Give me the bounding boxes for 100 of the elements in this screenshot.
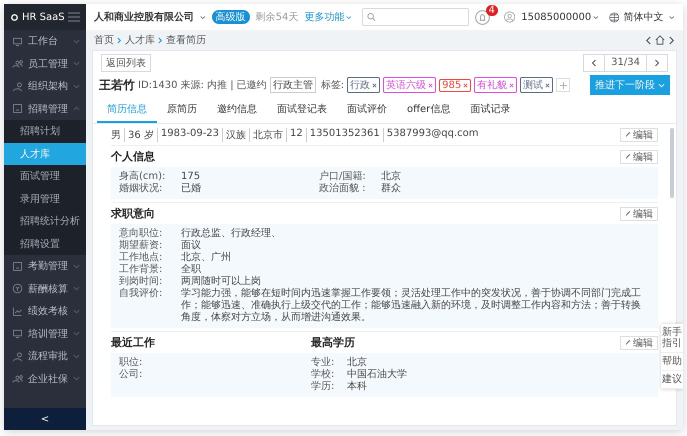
field-value: 中国石油大学 <box>347 369 407 380</box>
summary-item: 男 <box>111 128 122 142</box>
sidebar-item[interactable]: 薪酬核算 <box>4 278 86 300</box>
edition-badge: 高级版 <box>212 10 250 24</box>
chevron-right-icon[interactable] <box>668 36 675 44</box>
logo-text: HR SaaS <box>22 12 65 22</box>
tab[interactable]: 面试记录 <box>460 98 520 123</box>
tab[interactable]: offer信息 <box>397 98 460 123</box>
chevron-icon <box>73 286 80 292</box>
sidebar-item[interactable]: 企业社保 <box>4 368 86 390</box>
field-value: 已婚 <box>181 183 201 195</box>
tag-chip[interactable]: 行政 <box>347 77 380 93</box>
edit-button[interactable]: 编辑 <box>620 150 658 164</box>
chevron-right-icon <box>117 36 122 44</box>
field-value: 两周随时可以上岗 <box>181 276 261 288</box>
tag-chip[interactable]: 测试 <box>520 77 554 93</box>
sidebar-subitem[interactable]: 招聘统计分析 <box>4 210 86 232</box>
help-link[interactable]: 帮助 <box>661 353 683 371</box>
help-link[interactable]: 建议 <box>661 371 683 389</box>
close-icon[interactable] <box>545 82 550 88</box>
language-selector[interactable]: 简体中文 <box>623 10 664 24</box>
chevron-icon <box>73 106 80 112</box>
candidate-id: ID:1430 <box>138 80 178 90</box>
sidebar-item-icon <box>12 80 23 92</box>
close-icon[interactable] <box>428 82 434 88</box>
sidebar-item[interactable]: 培训管理 <box>4 322 86 345</box>
sidebar-subitem[interactable]: 招聘计划 <box>4 120 86 142</box>
sidebar-subitem[interactable]: 面试管理 <box>4 165 86 188</box>
summary-item: 13501352361 <box>306 128 383 142</box>
caret-icon <box>658 82 665 88</box>
close-icon[interactable] <box>509 82 514 88</box>
sidebar-item-icon <box>12 373 23 384</box>
field-label: 户口/国籍: <box>319 171 367 183</box>
sidebar-item[interactable]: 绩效考核 <box>4 300 86 322</box>
bell-icon[interactable] <box>474 10 490 24</box>
breadcrumb-link[interactable]: 人才库 <box>125 33 155 47</box>
field-value: 行政总监、行政经理、 <box>181 228 281 240</box>
field-label: 婚姻状况: <box>119 183 164 195</box>
chevron-icon <box>73 264 80 269</box>
pencil-icon <box>625 132 631 138</box>
menu-icon[interactable] <box>68 12 80 22</box>
summary-item: 汉族 <box>222 128 250 142</box>
company-name[interactable]: 人和商业控股有限公司 <box>94 10 194 24</box>
tab[interactable]: 邀约信息 <box>207 98 267 123</box>
edit-button[interactable]: 编辑 <box>620 336 658 350</box>
field-label: 意向职位: <box>119 228 164 240</box>
chevron-icon <box>73 354 80 359</box>
pencil-icon <box>625 340 631 346</box>
chevron-icon <box>73 61 80 66</box>
sidebar-item[interactable]: 招聘管理 <box>4 98 86 120</box>
scrollbar-thumb[interactable] <box>670 128 674 198</box>
collapse-button[interactable]: < <box>4 408 86 430</box>
search-icon <box>367 12 376 22</box>
sidebar-item[interactable]: 流程审批 <box>4 345 86 368</box>
breadcrumb-link[interactable]: 首页 <box>94 33 114 47</box>
section-title: 最高学历 <box>311 335 355 350</box>
caret-icon <box>200 14 206 20</box>
edit-button[interactable]: 编辑 <box>620 206 658 220</box>
chevron-left-icon[interactable] <box>645 36 652 44</box>
sidebar-item[interactable]: 工作台 <box>4 30 86 52</box>
edit-button[interactable]: 编辑 <box>620 128 658 142</box>
sidebar-subitem[interactable]: 招聘设置 <box>4 232 86 255</box>
field-label: 工作地点: <box>119 252 164 264</box>
user-phone[interactable]: 15085000000 <box>521 12 592 22</box>
candidate-source: 来源: 内推 | 已邀约 <box>180 78 267 92</box>
chevron-left-icon <box>591 59 598 67</box>
sidebar-item-icon <box>12 36 23 47</box>
breadcrumb-link[interactable]: 查看简历 <box>166 33 206 47</box>
chevron-icon <box>73 38 80 44</box>
sidebar-item[interactable]: 考勤管理 <box>4 255 86 278</box>
summary-item: 12 <box>286 128 306 142</box>
back-to-list-button[interactable]: 返回列表 <box>101 54 151 72</box>
search-field[interactable] <box>362 8 469 26</box>
pencil-icon <box>625 210 631 216</box>
sidebar-item[interactable]: 员工管理 <box>4 52 86 75</box>
field-value: 175 <box>181 171 200 183</box>
pencil-icon <box>625 154 631 160</box>
field-label: 专业: <box>311 357 336 368</box>
tab[interactable]: 面试评价 <box>337 98 397 123</box>
help-link[interactable]: 新手指引 <box>661 324 683 353</box>
tab[interactable]: 原简历 <box>157 98 207 123</box>
close-icon[interactable] <box>372 82 378 88</box>
tab[interactable]: 面试登记表 <box>267 98 337 123</box>
caret-icon <box>346 14 352 20</box>
tag-chip[interactable]: 985 <box>439 78 472 92</box>
summary-item: 36 岁 <box>124 128 157 142</box>
close-icon[interactable] <box>463 82 468 88</box>
section-title: 求职意向 <box>111 206 155 221</box>
field-value: 北京 <box>347 357 367 368</box>
field-label: 到岗时间: <box>119 276 164 288</box>
summary-item: 5387993@qq.com <box>382 128 482 142</box>
sidebar-subitem[interactable]: 录用管理 <box>4 188 86 210</box>
sidebar-item-icon <box>12 103 23 114</box>
sidebar-item-icon <box>12 350 23 362</box>
caret-icon <box>669 14 676 20</box>
field-value: 北京、广州 <box>181 252 231 264</box>
more-features-link[interactable]: 更多功能 <box>304 10 344 24</box>
sidebar-item-icon <box>12 58 23 70</box>
sidebar-item[interactable]: 组织架构 <box>4 75 86 98</box>
home-icon[interactable] <box>655 35 665 45</box>
